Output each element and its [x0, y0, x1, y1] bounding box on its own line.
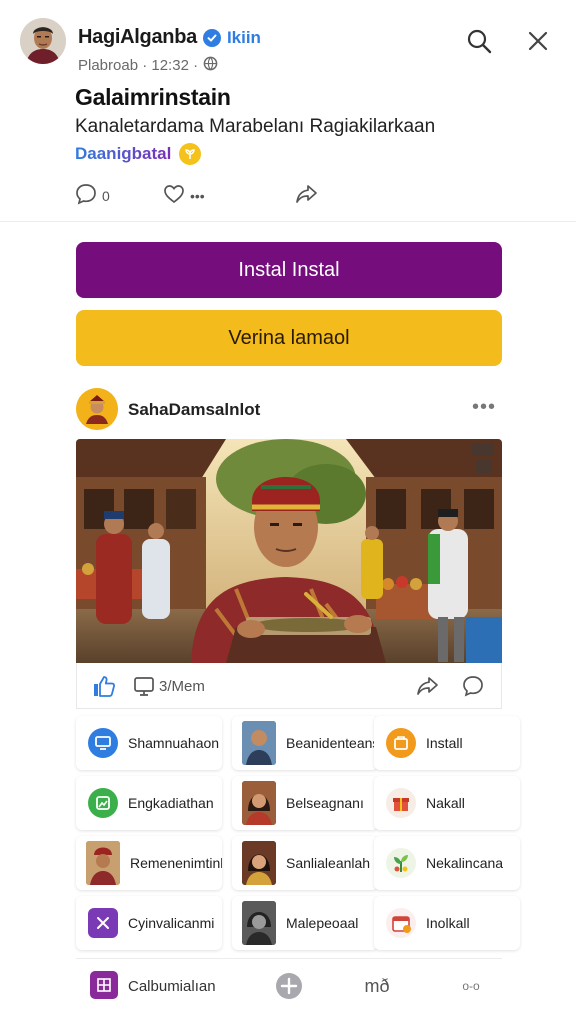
share-icon-2[interactable] [415, 674, 441, 703]
author-row: HagiAlganba Ikiin [78, 26, 261, 49]
post-description: Kanaletardama Marabelanı Ragiakilarkaan [75, 116, 436, 137]
grid-label-9: Cyinvalicanmi [128, 915, 215, 931]
grid-label-0: Shamnuahaon [128, 735, 220, 751]
dots-icon[interactable]: o-o [456, 971, 486, 1001]
grid-item-5[interactable]: Nakall [374, 776, 520, 830]
comment-icon-2[interactable] [461, 674, 485, 703]
follow-link[interactable]: Ikiin [227, 28, 261, 48]
grid-item-6[interactable]: Remenenimtink [76, 836, 222, 890]
grid-item-10[interactable]: Malepeoaal [232, 896, 378, 950]
grid-label-2: Install [426, 735, 463, 751]
calendar-icon [386, 908, 416, 938]
grid-label-8: Nekalincana [426, 855, 504, 871]
comment-count: 0 [102, 187, 110, 204]
bottom-label[interactable]: Calbumialıan [128, 978, 216, 995]
gift-icon [386, 788, 416, 818]
share-action[interactable] [294, 182, 320, 209]
post-title: Galaimrinstain [75, 84, 231, 110]
globe-icon [203, 56, 218, 75]
market-photo[interactable] [76, 439, 502, 663]
like-action[interactable]: ••• [162, 182, 205, 209]
like-label: ••• [190, 187, 205, 204]
grid-item-1[interactable]: Beanidenteans [232, 716, 378, 770]
grid-item-8[interactable]: Nekalincana [374, 836, 520, 890]
bottom-bar: Calbumialıan mð o-o [76, 958, 502, 1012]
grid-label-6: Remenenimtink [130, 855, 222, 871]
search-icon[interactable] [464, 26, 494, 56]
page: HagiAlganba Ikiin Plabroab · 12:32 · Gal… [0, 0, 576, 1024]
man-hat-photo-thumb [86, 841, 120, 885]
plant-icon [386, 848, 416, 878]
app-menu-icon[interactable] [90, 971, 118, 999]
grid-label-1: Beanidenteans [286, 735, 378, 751]
thumbs-up-icon[interactable] [91, 674, 117, 703]
plant-badge-icon [179, 143, 202, 165]
author-avatar[interactable] [20, 18, 66, 64]
post-meta: Plabroab · 12:32 · [78, 56, 218, 75]
purple-app-icon [88, 908, 118, 938]
grid-item-11[interactable]: Inolkall [374, 896, 520, 950]
grid-item-7[interactable]: Sanlialeanlah [232, 836, 378, 890]
grid-item-3[interactable]: Engkadiathan [76, 776, 222, 830]
orange-box-icon [386, 728, 416, 758]
green-gallery-icon [88, 788, 118, 818]
heart-icon [162, 182, 186, 209]
comment-icon [74, 182, 98, 209]
grid-label-7: Sanlialeanlah [286, 855, 371, 871]
grid-item-0[interactable]: Shamnuahaon [76, 716, 222, 770]
person-photo-thumb [242, 721, 276, 765]
grid-item-9[interactable]: Cyinvalicanmi [76, 896, 222, 950]
grid-label-3: Engkadiathan [128, 795, 214, 811]
verified-icon [202, 28, 221, 47]
action-label: 3/Mem [159, 678, 205, 695]
grid-label-4: Belseagnanı [286, 795, 364, 811]
bw-photo-thumb [242, 901, 276, 945]
post-meta-text: Plabroab · 12:32 · [78, 57, 199, 74]
card-header: SahaDamsalnlot ••• [76, 388, 502, 432]
card-action-row: 3/Mem [76, 663, 502, 709]
grid-label-11: Inolkall [426, 915, 470, 931]
woman-photo-thumb [242, 781, 276, 825]
secondary-button[interactable]: Verina lamaol [76, 310, 502, 366]
grid-item-2[interactable]: Install [374, 716, 520, 770]
blue-monitor-icon [88, 728, 118, 758]
screen-icon[interactable] [133, 676, 155, 701]
grid-item-4[interactable]: Belseagnanı [232, 776, 378, 830]
grid-label-10: Malepeoaal [286, 915, 359, 931]
close-icon[interactable] [523, 26, 553, 56]
card-author[interactable]: SahaDamsalnlot [128, 400, 260, 420]
hashtag-row: Daanigbatal [75, 143, 202, 165]
share-icon [294, 182, 320, 209]
reaction-row: 0 ••• [74, 182, 334, 212]
author-name[interactable]: HagiAlganba [78, 26, 197, 49]
install-button[interactable]: Instal Instal [76, 242, 502, 298]
card-avatar[interactable] [76, 388, 118, 430]
hashtag-link[interactable]: Daanigbatal [75, 144, 171, 164]
woman-photo-thumb-2 [242, 841, 276, 885]
bottom-center-label[interactable]: mð [362, 971, 392, 1001]
more-options-icon[interactable]: ••• [472, 396, 496, 419]
grid-label-5: Nakall [426, 795, 465, 811]
comment-action[interactable]: 0 [74, 182, 110, 209]
add-icon[interactable] [274, 971, 304, 1001]
post-header: HagiAlganba Ikiin Plabroab · 12:32 · Gal… [0, 0, 576, 222]
